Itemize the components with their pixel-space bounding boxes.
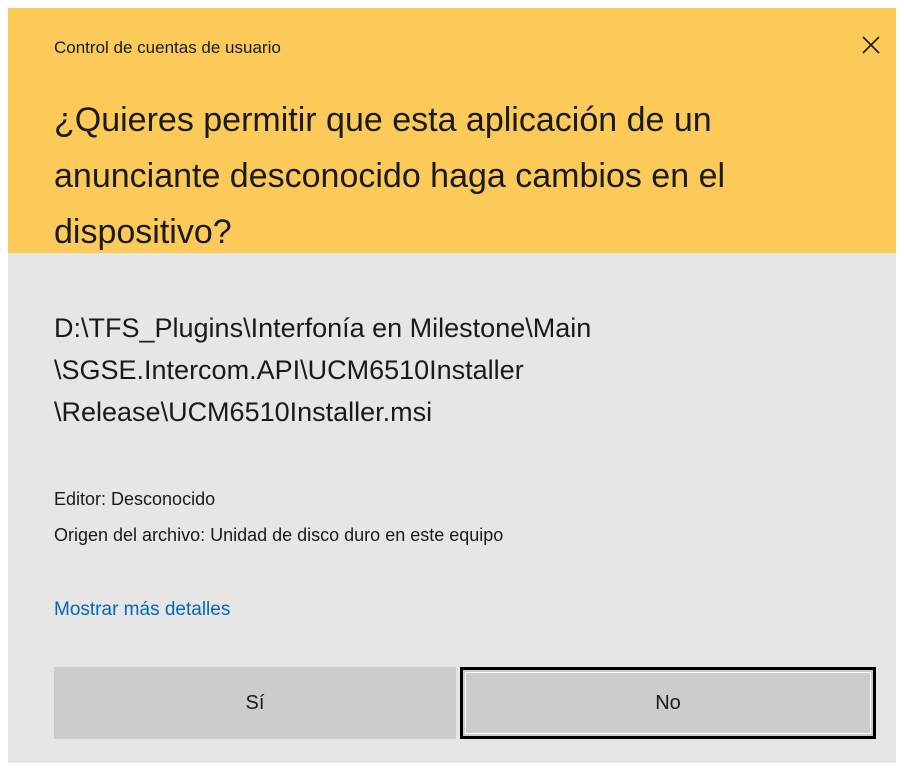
no-button[interactable]: No — [460, 667, 876, 739]
program-path: D:\TFS_Plugins\Interfonía en Milestone\M… — [54, 307, 874, 433]
dialog-body: D:\TFS_Plugins\Interfonía en Milestone\M… — [8, 253, 896, 763]
show-more-details-link[interactable]: Mostrar más detalles — [54, 599, 230, 621]
publisher-text: Editor: Desconocido — [54, 489, 216, 509]
uac-dialog: Control de cuentas de usuario ¿Quieres p… — [0, 0, 904, 771]
program-info: Editor: Desconocido Origen del archivo: … — [54, 481, 503, 553]
prompt-question: ¿Quieres permitir que esta aplicación de… — [54, 101, 726, 251]
yes-button[interactable]: Sí — [54, 667, 456, 739]
dialog-header: Control de cuentas de usuario ¿Quieres p… — [8, 8, 896, 253]
path-line: \SGSE.Intercom.API\UCM6510Installer — [54, 355, 524, 385]
window-title: Control de cuentas de usuario — [54, 38, 281, 57]
yes-button-label: Sí — [245, 691, 265, 714]
file-origin-text: Origen del archivo: Unidad de disco duro… — [54, 525, 504, 545]
path-line: D:\TFS_Plugins\Interfonía en Milestone\M… — [54, 313, 592, 343]
no-button-label: No — [655, 691, 681, 714]
path-line: \Release\UCM6510Installer.msi — [54, 397, 433, 427]
close-button[interactable] — [852, 26, 890, 64]
close-icon — [862, 36, 880, 54]
